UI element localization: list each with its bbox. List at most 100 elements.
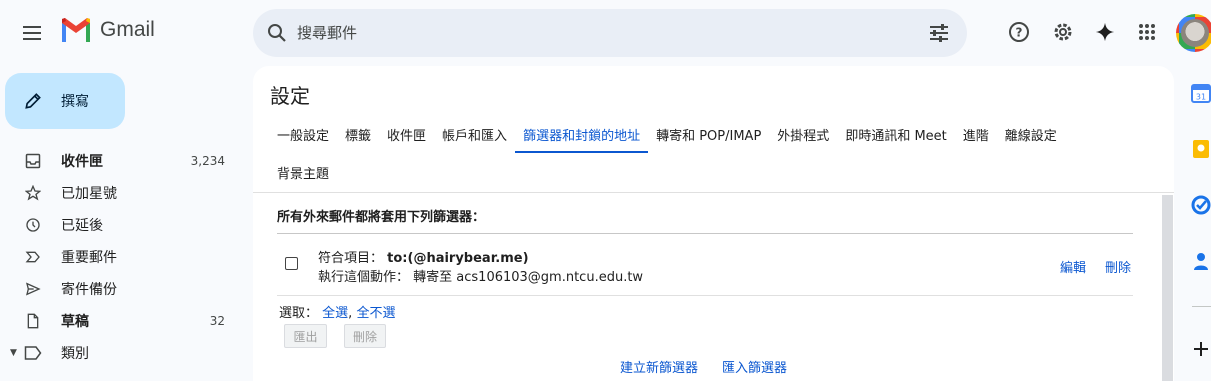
sidebar-item-sent[interactable]: 寄件備份 — [0, 273, 240, 305]
draft-icon — [24, 312, 42, 330]
pencil-icon — [25, 93, 41, 109]
sidebar-item-label: 已延後 — [61, 218, 103, 234]
rail-divider — [1192, 306, 1211, 307]
sidebar-item-label: 已加星號 — [61, 186, 117, 202]
keep-icon — [1193, 140, 1209, 158]
sidebar-item-inbox[interactable]: 收件匣 3,234 — [0, 145, 240, 177]
contacts-app-button[interactable] — [1190, 250, 1211, 272]
settings-tabs: 一般設定 標籤 收件匣 帳戶和匯入 篩選器和封鎖的地址 轉寄和 POP/IMAP… — [269, 116, 1149, 191]
sidebar-item-starred[interactable]: 已加星號 — [0, 177, 240, 209]
sidebar-item-categories[interactable]: ▼ 類別 — [0, 337, 240, 369]
expand-arrow-icon[interactable]: ▼ — [10, 348, 24, 358]
inbox-icon — [24, 152, 42, 170]
search-options-icon[interactable] — [927, 21, 951, 45]
edit-filter-link[interactable]: 編輯 — [1060, 257, 1086, 276]
sidebar-item-count: 3,234 — [190, 154, 225, 168]
sidebar-item-snoozed[interactable]: 已延後 — [0, 209, 240, 241]
tasks-app-button[interactable] — [1190, 194, 1211, 216]
tabs-divider — [253, 192, 1174, 193]
calendar-icon: 31 — [1191, 84, 1211, 103]
settings-tab-row: 一般設定 標籤 收件匣 帳戶和匯入 篩選器和封鎖的地址 轉寄和 POP/IMAP… — [269, 116, 1149, 153]
delete-selected-button[interactable]: 刪除 — [344, 324, 386, 348]
tab-forwarding-pop-imap[interactable]: 轉寄和 POP/IMAP — [648, 116, 769, 153]
select-none-link[interactable]: 全不選 — [356, 306, 395, 321]
sidebar-item-label: 重要郵件 — [61, 250, 117, 266]
gmail-m-icon — [62, 18, 90, 42]
page-title: 設定 — [270, 84, 310, 108]
search-bar — [253, 9, 967, 57]
select-label: 選取： — [279, 306, 319, 321]
tab-addons[interactable]: 外掛程式 — [769, 116, 837, 153]
settings-button[interactable] — [1049, 18, 1077, 46]
add-addon-button[interactable] — [1190, 338, 1211, 360]
settings-scrollbar[interactable] — [1162, 195, 1173, 381]
tab-themes[interactable]: 背景主題 — [269, 154, 337, 191]
export-button[interactable]: 匯出 — [284, 324, 327, 348]
import-filters-link[interactable]: 匯入篩選器 — [722, 357, 787, 376]
apps-button[interactable] — [1133, 18, 1161, 46]
help-button[interactable]: ? — [1005, 18, 1033, 46]
select-all-link[interactable]: 全選 — [322, 306, 348, 321]
tasks-icon — [1191, 195, 1211, 215]
gmail-logo-text: Gmail — [100, 18, 155, 41]
delete-filter-link[interactable]: 刪除 — [1105, 257, 1131, 276]
sidebar-item-label: 類別 — [61, 346, 89, 362]
search-input[interactable] — [297, 19, 897, 47]
sidebar-nav: 收件匣 3,234 已加星號 已延後 重要郵件 寄件備份 草稿 32 ▼ 類別 — [0, 145, 240, 369]
tab-general[interactable]: 一般設定 — [269, 116, 337, 153]
tab-filters-blocked[interactable]: 篩選器和封鎖的地址 — [515, 116, 649, 153]
sidebar-item-drafts[interactable]: 草稿 32 — [0, 305, 240, 337]
filter-action-label: 執行這個動作： — [318, 270, 410, 285]
tab-offline[interactable]: 離線設定 — [997, 116, 1065, 153]
svg-text:31: 31 — [1196, 93, 1206, 102]
tab-chat-meet[interactable]: 即時通訊和 Meet — [837, 116, 954, 153]
settings-tab-row-2: 背景主題 — [269, 153, 1149, 191]
search-icon[interactable] — [265, 21, 289, 45]
keep-app-button[interactable] — [1190, 138, 1211, 160]
clock-icon — [24, 216, 42, 234]
send-icon — [24, 280, 42, 298]
gemini-button[interactable] — [1091, 18, 1119, 46]
select-controls: 選取： 全選, 全不選 — [279, 302, 395, 321]
svg-text:?: ? — [1016, 26, 1023, 40]
apps-grid-icon — [1139, 24, 1155, 40]
plus-icon — [1194, 342, 1208, 356]
main-menu-button[interactable] — [16, 16, 50, 50]
sidebar-item-count: 32 — [209, 314, 225, 328]
account-avatar[interactable] — [1176, 14, 1211, 52]
gmail-logo[interactable]: Gmail — [60, 18, 155, 42]
filter-match-line: 符合項目： to:(@hairybear.me) — [318, 247, 529, 266]
help-icon: ? — [1009, 22, 1029, 42]
sparkle-icon — [1095, 22, 1115, 42]
tab-labels[interactable]: 標籤 — [337, 116, 379, 153]
compose-button[interactable]: 撰寫 — [5, 73, 125, 129]
filter-action-line: 執行這個動作： 轉寄至 acs106103@gm.ntcu.edu.tw — [318, 266, 643, 285]
filter-checkbox[interactable] — [285, 257, 298, 270]
filter-action-value: 轉寄至 acs106103@gm.ntcu.edu.tw — [413, 270, 644, 285]
side-panel-rail: 31 — [1180, 66, 1211, 381]
sidebar-item-important[interactable]: 重要郵件 — [0, 241, 240, 273]
sidebar-item-label: 寄件備份 — [61, 282, 117, 298]
filter-match-label: 符合項目： — [318, 251, 384, 266]
filter-row: 符合項目： to:(@hairybear.me) 執行這個動作： 轉寄至 acs… — [277, 234, 1133, 295]
filter-divider — [277, 295, 1133, 296]
top-bar: Gmail ? — [0, 0, 1211, 66]
tab-accounts-import[interactable]: 帳戶和匯入 — [434, 116, 515, 153]
sidebar-item-label: 收件匣 — [61, 154, 103, 170]
select-separator: , — [348, 306, 353, 321]
star-icon — [24, 184, 42, 202]
sidebar-item-label: 草稿 — [61, 314, 89, 330]
calendar-app-button[interactable]: 31 — [1190, 82, 1211, 104]
contacts-icon — [1194, 253, 1208, 270]
label-icon — [24, 344, 42, 362]
tab-inbox[interactable]: 收件匣 — [379, 116, 434, 153]
important-icon — [24, 248, 42, 266]
filters-section-heading: 所有外來郵件都將套用下列篩選器： — [277, 210, 486, 225]
filter-match-value: to:(@hairybear.me) — [387, 251, 529, 266]
compose-label: 撰寫 — [61, 94, 89, 110]
avatar-image — [1181, 19, 1209, 47]
tab-advanced[interactable]: 進階 — [955, 116, 997, 153]
create-filter-link[interactable]: 建立新篩選器 — [620, 357, 698, 376]
gear-icon — [1054, 23, 1072, 41]
hamburger-menu-icon — [23, 26, 41, 40]
